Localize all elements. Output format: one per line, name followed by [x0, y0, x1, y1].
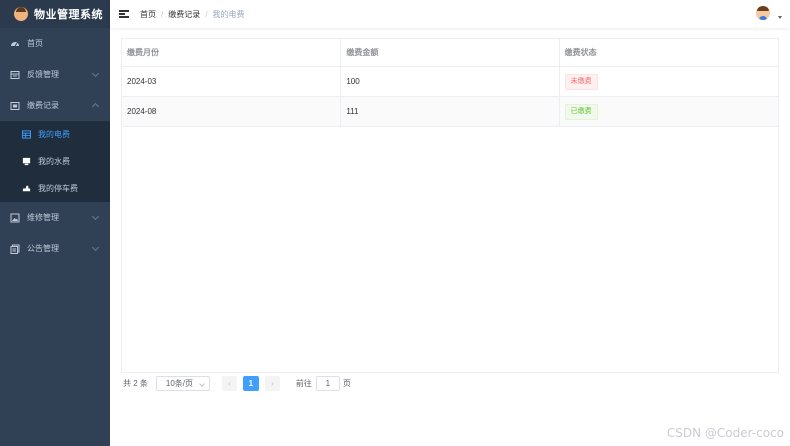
navbar: 首页 / 缴费记录 / 我的电费 [110, 0, 790, 28]
image-icon [10, 213, 20, 222]
sub-item-label: 我的水费 [38, 157, 70, 166]
sidebar-item-repair[interactable]: 维修管理 [0, 202, 110, 233]
sidebar: 物业管理系统 首页 反馈管理 缴费记录 我的电费 我的水费 我的停车费 维修管理 [0, 0, 110, 446]
column-header-amount: 缴费金额 [341, 39, 560, 66]
chevron-down-icon [91, 243, 100, 252]
sidebar-item-label: 反馈管理 [27, 70, 59, 79]
goto-prefix: 前往 [295, 378, 312, 388]
goto-page-input[interactable]: 1 [315, 375, 340, 391]
pagination-total: 共 2 条 [123, 378, 148, 388]
sidebar-item-home[interactable]: 首页 [0, 28, 110, 59]
page-size-value: 10条/页 [165, 378, 194, 388]
sidebar-item-parking[interactable]: 我的停车费 [0, 175, 110, 202]
chevron-up-icon [91, 102, 100, 111]
sidebar-item-label: 缴费记录 [27, 101, 59, 110]
page-size-select[interactable]: 10条/页 [155, 375, 210, 391]
caret-down-icon[interactable] [778, 16, 782, 19]
page-jump: 前往 1 页 [295, 375, 351, 391]
car-icon [22, 185, 31, 192]
table-row[interactable]: 2024-08 111 已缴费 [122, 97, 778, 127]
watermark: CSDN @Coder-coco [666, 426, 784, 440]
next-page-button[interactable]: › [264, 375, 280, 391]
sidebar-item-electricity[interactable]: 我的电费 [0, 121, 110, 148]
breadcrumb-home[interactable]: 首页 [140, 9, 156, 20]
table-header: 缴费月份 缴费金额 缴费状态 [122, 39, 778, 67]
sub-item-label: 我的停车费 [38, 184, 78, 193]
pagination: 共 2 条 10条/页 ‹ 1 › 前往 1 页 [123, 375, 351, 391]
avatar[interactable] [756, 6, 770, 20]
status-badge: 未缴费 [564, 73, 598, 90]
sidebar-item-feedback[interactable]: 反馈管理 [0, 59, 110, 90]
chevron-down-icon [199, 380, 205, 387]
calendar-icon [10, 70, 20, 79]
table-icon [22, 130, 31, 139]
breadcrumb: 首页 / 缴费记录 / 我的电费 [140, 9, 244, 20]
payments-submenu: 我的电费 我的水费 我的停车费 [0, 121, 110, 202]
cell-month: 2024-03 [122, 67, 342, 96]
data-table: 缴费月份 缴费金额 缴费状态 2024-03 100 未缴费 2024-08 1… [121, 38, 779, 373]
sidebar-item-label: 首页 [27, 39, 43, 48]
prev-page-button[interactable]: ‹ [221, 375, 237, 391]
sidebar-item-notices[interactable]: 公告管理 [0, 233, 110, 264]
logo-icon [14, 7, 28, 21]
logo[interactable]: 物业管理系统 [0, 0, 110, 28]
documentation-icon [10, 244, 20, 254]
table-row[interactable]: 2024-03 100 未缴费 [122, 67, 778, 97]
cell-amount: 100 [341, 67, 560, 96]
goto-suffix: 页 [342, 378, 351, 388]
sidebar-item-label: 维修管理 [27, 213, 59, 222]
status-badge: 已缴费 [564, 103, 598, 120]
monitor-icon [22, 157, 31, 166]
breadcrumb-payments[interactable]: 缴费记录 [168, 9, 200, 20]
page-number-button[interactable]: 1 [242, 375, 259, 391]
chevron-down-icon [91, 69, 100, 78]
breadcrumb-current: 我的电费 [212, 9, 245, 19]
dashboard-icon [11, 41, 19, 46]
breadcrumb-separator: / [161, 9, 164, 19]
sidebar-item-label: 公告管理 [27, 244, 59, 253]
column-header-status: 缴费状态 [564, 48, 597, 57]
column-header-month: 缴费月份 [122, 39, 342, 66]
cell-month: 2024-08 [122, 97, 342, 126]
app-title: 物业管理系统 [34, 9, 103, 21]
sidebar-item-water[interactable]: 我的水费 [0, 148, 110, 175]
sidebar-item-payments[interactable]: 缴费记录 [0, 90, 110, 121]
hamburger-icon[interactable] [119, 10, 129, 18]
cell-status: 已缴费 [560, 97, 778, 126]
component-icon [10, 101, 20, 110]
cell-status: 未缴费 [560, 67, 778, 96]
sub-item-label: 我的电费 [38, 130, 70, 139]
chevron-down-icon [91, 212, 100, 221]
breadcrumb-separator: / [205, 9, 208, 19]
cell-amount: 111 [341, 97, 560, 126]
